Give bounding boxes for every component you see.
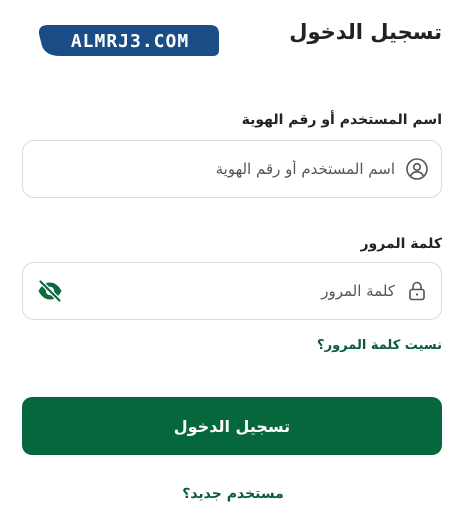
password-label: كلمة المرور <box>360 236 442 252</box>
eye-off-icon[interactable] <box>37 279 63 303</box>
username-input[interactable] <box>95 141 395 197</box>
page-title: تسجيل الدخول <box>289 20 442 44</box>
login-button[interactable]: تسجيل الدخول <box>22 397 442 455</box>
login-page: تسجيل الدخول ALMRJ3.COM اسم المستخدم أو … <box>0 0 466 519</box>
username-field-box[interactable] <box>22 140 442 198</box>
password-field-box[interactable] <box>22 262 442 320</box>
username-label: اسم المستخدم أو رقم الهوية <box>241 112 442 128</box>
site-logo: ALMRJ3.COM <box>38 24 220 57</box>
user-circle-icon <box>405 157 429 181</box>
new-user-link[interactable]: مستخدم جديد؟ <box>0 484 466 504</box>
lock-icon <box>405 279 429 303</box>
password-input[interactable] <box>95 263 395 319</box>
logo-text: ALMRJ3.COM <box>71 31 189 52</box>
forgot-password-link[interactable]: نسيت كلمة المرور؟ <box>317 336 442 356</box>
